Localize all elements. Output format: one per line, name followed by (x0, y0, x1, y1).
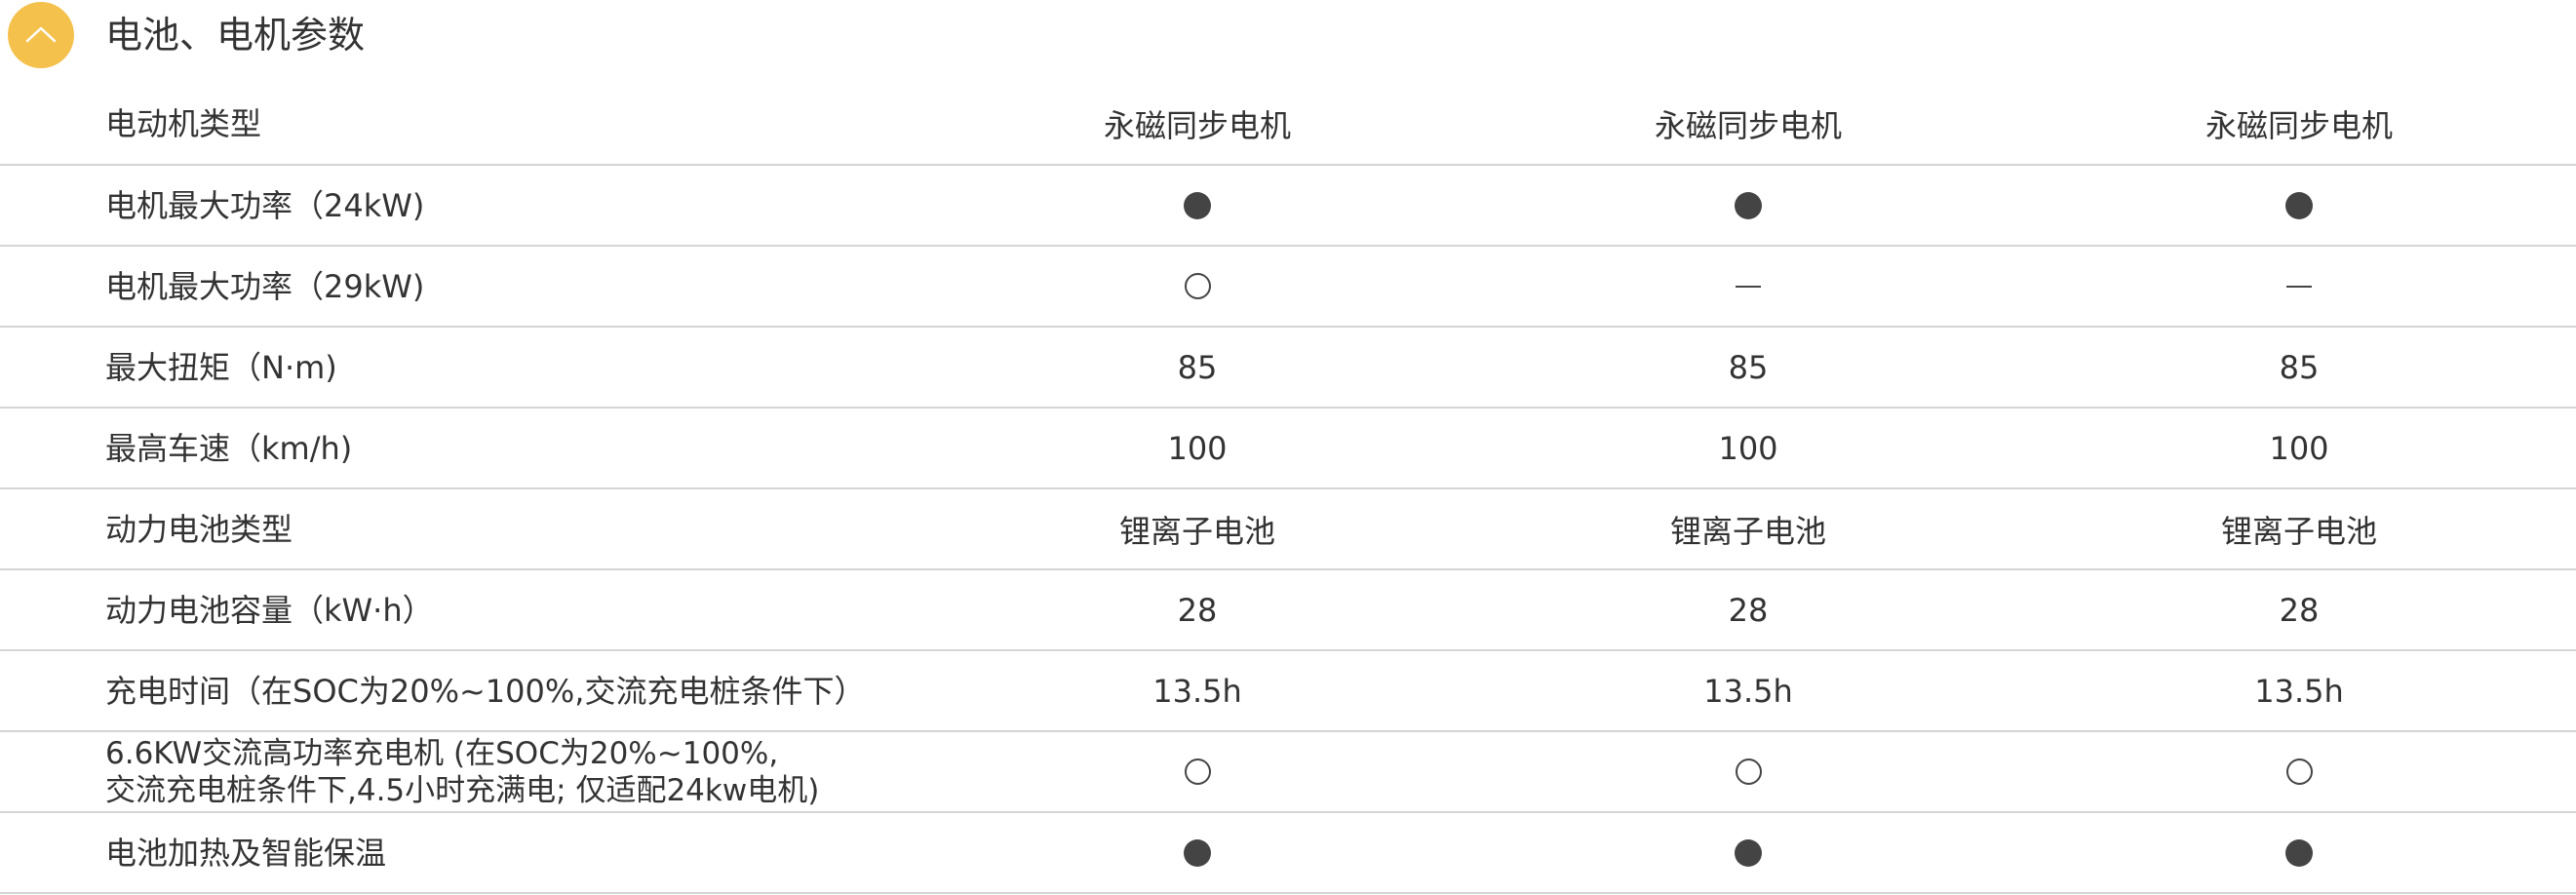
value-cell: 28 (2124, 570, 2475, 649)
value-cell (1022, 732, 1373, 811)
standard-filled-circle-icon (1184, 191, 1211, 219)
row-label: 电机最大功率（24kW) (105, 186, 425, 224)
value-cell: 永磁同步电机 (1573, 84, 1924, 164)
value-cell: 85 (1573, 328, 1924, 407)
value-cell (1573, 247, 1924, 326)
optional-hollow-circle-icon (2285, 759, 2313, 785)
value-cell (2124, 732, 2475, 811)
value-text: 85 (1177, 348, 1218, 386)
value-text: 100 (1167, 429, 1228, 467)
value-text: 100 (2269, 429, 2329, 467)
value-text: 永磁同步电机 (1103, 107, 1291, 144)
table-row: 电动机类型 永磁同步电机 永磁同步电机 永磁同步电机 (0, 84, 2576, 166)
row-label: 最高车速（km/h) (105, 429, 353, 467)
value-text: 永磁同步电机 (2205, 107, 2393, 144)
value-cell: 28 (1573, 570, 1924, 649)
row-label: 充电时间（在SOC为20%~100%,交流充电桩条件下） (105, 672, 866, 710)
optional-hollow-circle-icon (1184, 273, 1211, 299)
optional-hollow-circle-icon (1184, 759, 1211, 785)
value-cell (2124, 813, 2475, 892)
optional-hollow-circle-icon (1735, 759, 1762, 785)
value-text: 13.5h (1152, 672, 1242, 710)
value-text: 28 (1728, 591, 1769, 629)
row-label-line: 交流充电桩条件下,4.5小时充满电; 仅适配24kw电机) (105, 772, 820, 808)
standard-filled-circle-icon (2285, 838, 2313, 867)
table-row: 电机最大功率（24kW) (0, 166, 2576, 247)
value-cell: 100 (1573, 409, 1924, 487)
row-label-lines: 6.6KW交流高功率充电机 (在SOC为20%~100%, 交流充电桩条件下,4.… (105, 735, 819, 809)
row-label: 6.6KW交流高功率充电机 (在SOC为20%~100%, 交流充电桩条件下,4.… (105, 732, 963, 811)
value-cell: 85 (1022, 328, 1373, 407)
value-cell: 28 (1022, 570, 1373, 649)
value-cell: 永磁同步电机 (2124, 84, 2475, 164)
table-row: 最大扭矩（N·m) 85 85 85 (0, 328, 2576, 409)
not-available-dash-icon (1736, 285, 1761, 288)
value-text: 28 (1177, 591, 1218, 629)
table-row: 6.6KW交流高功率充电机 (在SOC为20%~100%, 交流充电桩条件下,4.… (0, 732, 2576, 813)
value-text: 锂离子电池 (1669, 512, 1826, 550)
value-cell: 锂离子电池 (2124, 489, 2475, 568)
standard-filled-circle-icon (1735, 191, 1762, 219)
table-row: 动力电池类型 锂离子电池 锂离子电池 锂离子电池 (0, 489, 2576, 570)
value-cell: 85 (2124, 328, 2475, 407)
value-text: 85 (2279, 348, 2320, 386)
standard-filled-circle-icon (2285, 191, 2313, 219)
row-label: 电机最大功率（29kW) (105, 267, 425, 305)
row-label: 动力电池容量（kW·h） (105, 591, 434, 629)
value-cell (1573, 166, 1924, 245)
table-row: 电池加热及智能保温 (0, 813, 2576, 894)
value-text: 永磁同步电机 (1654, 107, 1842, 144)
value-cell (2124, 166, 2475, 245)
value-cell: 100 (1022, 409, 1373, 487)
collapse-toggle-button[interactable] (8, 2, 74, 68)
value-cell (1022, 813, 1373, 892)
table-row: 充电时间（在SOC为20%~100%,交流充电桩条件下） 13.5h 13.5h 13… (0, 651, 2576, 732)
row-label: 动力电池类型 (105, 510, 293, 548)
row-label-line: 6.6KW交流高功率充电机 (在SOC为20%~100%, (105, 735, 779, 771)
value-text: 13.5h (2254, 672, 2344, 710)
value-text: 锂离子电池 (2220, 512, 2377, 550)
value-cell (1022, 166, 1373, 245)
value-text: 13.5h (1703, 672, 1793, 710)
table-row: 电机最大功率（29kW) (0, 247, 2576, 328)
row-label: 电池加热及智能保温 (105, 834, 387, 872)
chevron-up-icon (25, 26, 57, 43)
value-cell: 锂离子电池 (1573, 489, 1924, 568)
section-header: 电池、电机参数 (0, 0, 2576, 74)
value-text: 100 (1718, 429, 1778, 467)
row-label: 电动机类型 (105, 105, 262, 142)
value-cell: 锂离子电池 (1022, 489, 1373, 568)
value-cell: 13.5h (2124, 651, 2475, 730)
value-cell (1022, 247, 1373, 326)
row-label: 最大扭矩（N·m) (105, 348, 337, 386)
table-row: 最高车速（km/h) 100 100 100 (0, 409, 2576, 489)
value-text: 锂离子电池 (1118, 512, 1275, 550)
value-cell: 13.5h (1573, 651, 1924, 730)
standard-filled-circle-icon (1735, 838, 1762, 867)
value-cell: 永磁同步电机 (1022, 84, 1373, 164)
value-cell: 13.5h (1022, 651, 1373, 730)
not-available-dash-icon (2286, 285, 2312, 288)
value-text: 28 (2279, 591, 2320, 629)
standard-filled-circle-icon (1184, 838, 1211, 867)
value-cell (2124, 247, 2475, 326)
section-title: 电池、电机参数 (105, 14, 366, 57)
value-cell (1573, 732, 1924, 811)
spec-table: 电动机类型 永磁同步电机 永磁同步电机 永磁同步电机电机最大功率（24kW) 电机最大功… (0, 84, 2576, 894)
value-cell: 100 (2124, 409, 2475, 487)
value-text: 85 (1728, 348, 1769, 386)
value-cell (1573, 813, 1924, 892)
table-row: 动力电池容量（kW·h） 28 28 28 (0, 570, 2576, 651)
